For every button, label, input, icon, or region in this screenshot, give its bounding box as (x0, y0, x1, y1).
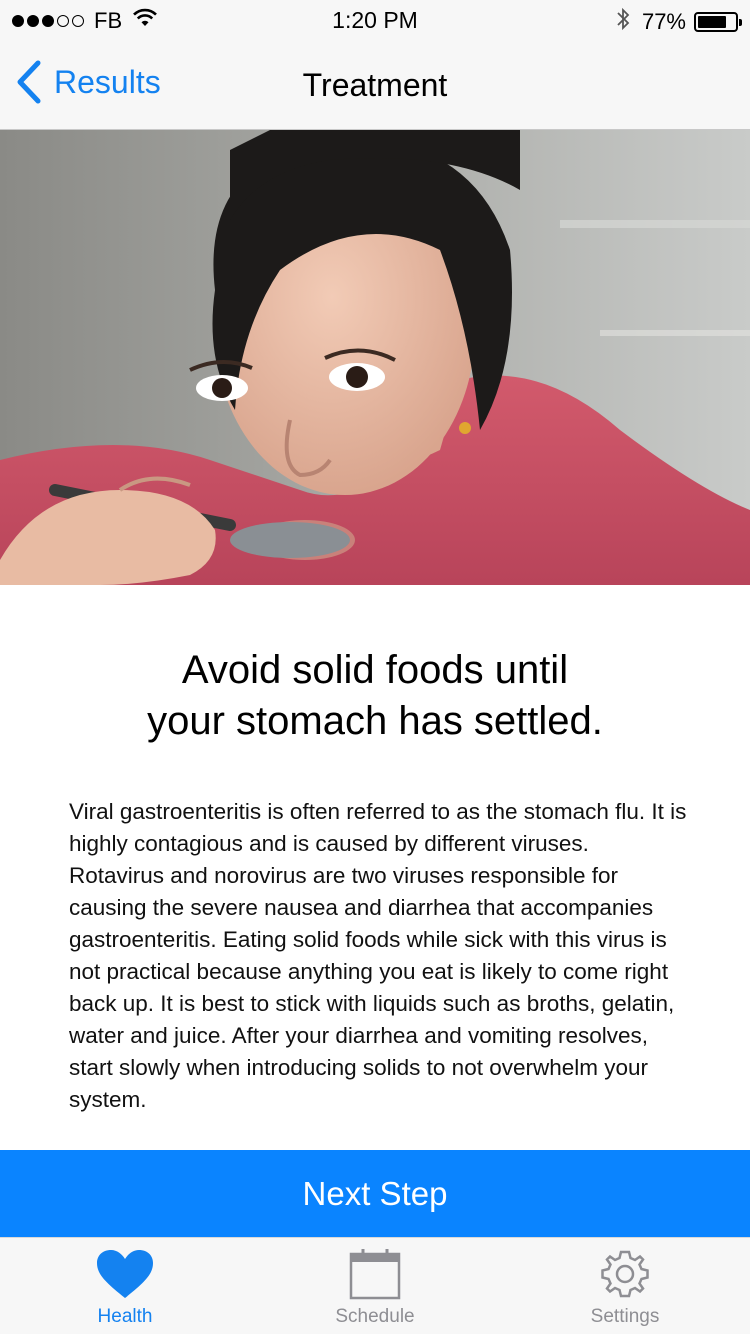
status-bar: FB 1:20 PM 77% (0, 0, 750, 40)
page-title: Treatment (302, 67, 448, 103)
calendar-icon (349, 1249, 401, 1300)
hero-image (0, 130, 750, 585)
tab-health-label: Health (97, 1306, 153, 1327)
tab-health[interactable]: Health (0, 1238, 250, 1334)
headline-line-1: Avoid solid foods until (181, 648, 569, 692)
heart-icon (97, 1250, 153, 1298)
tab-schedule-label: Schedule (335, 1306, 415, 1327)
tab-schedule[interactable]: Schedule (250, 1238, 500, 1334)
treatment-description: Viral gastroenteritis is often referred … (69, 799, 687, 1112)
status-right: 77% (616, 7, 742, 37)
tab-bar: Health Schedule Settings (0, 1237, 750, 1334)
battery-icon (694, 12, 742, 32)
headline-line-2: your stomach has settled. (147, 699, 603, 743)
navigation-bar: Results Treatment (0, 40, 750, 130)
tab-settings[interactable]: Settings (500, 1238, 750, 1334)
woman-eating-illustration (0, 130, 750, 585)
treatment-headline: Avoid solid foods until your stomach has… (60, 645, 690, 747)
gear-icon (601, 1250, 649, 1298)
tab-settings-label: Settings (590, 1306, 660, 1327)
bluetooth-icon (616, 7, 630, 37)
battery-percent: 77% (641, 9, 686, 34)
next-step-button[interactable]: Next Step (0, 1150, 750, 1237)
